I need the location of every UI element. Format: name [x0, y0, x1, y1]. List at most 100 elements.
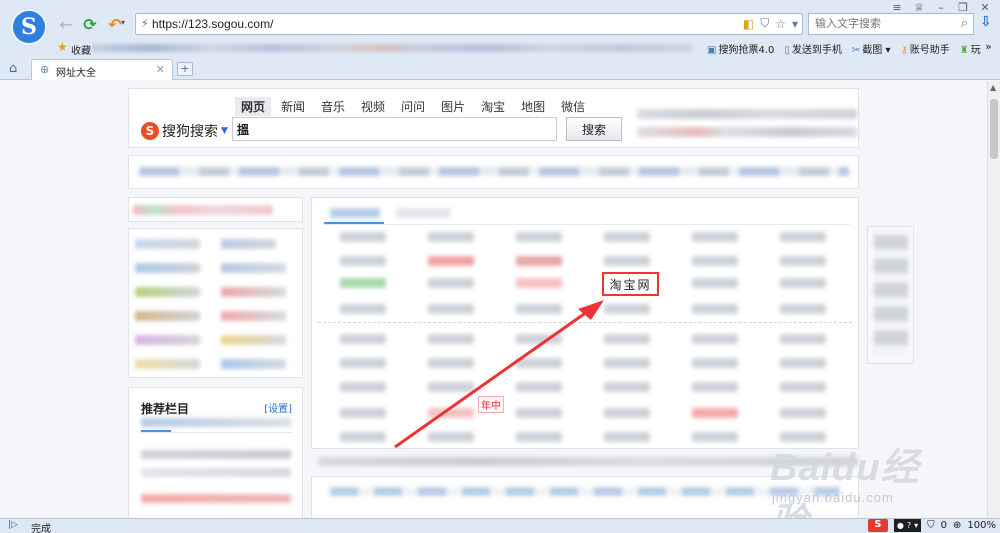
skin-icon[interactable]: ♕ — [908, 1, 930, 14]
grid-site-link[interactable] — [692, 432, 738, 442]
search-button[interactable]: 搜索 — [566, 117, 622, 141]
grid-site-link[interactable] — [516, 256, 562, 266]
left-link[interactable] — [135, 263, 200, 273]
grid-site-link[interactable] — [428, 382, 474, 392]
grid-site-link[interactable] — [692, 256, 738, 266]
recommend-settings-link[interactable]: [设置] — [264, 400, 292, 415]
address-dropdown-icon[interactable]: ▾ — [792, 17, 798, 31]
engine-dropdown-icon[interactable]: ▼ — [221, 126, 228, 136]
sogou-ime-icon[interactable]: S — [867, 519, 888, 532]
scroll-thumb[interactable] — [990, 99, 998, 159]
left-link[interactable] — [135, 239, 200, 249]
grid-site-link[interactable] — [428, 278, 474, 288]
favtool-ticket[interactable]: ▣ 搜狗抢票4.0 — [707, 41, 774, 56]
grid-site-link[interactable] — [604, 408, 650, 418]
menu-icon[interactable]: ≡ — [886, 1, 908, 14]
grid-site-link[interactable] — [516, 304, 562, 314]
grid-site-link[interactable] — [780, 408, 826, 418]
favorites-label[interactable]: 收藏 — [71, 42, 91, 57]
close-icon[interactable]: ✕ — [974, 1, 996, 14]
grid-site-link[interactable] — [516, 232, 562, 242]
grid-site-link[interactable] — [340, 256, 386, 266]
tab-active[interactable]: ⊕ 网址大全 ✕ — [31, 59, 173, 80]
grid-site-link[interactable] — [428, 232, 474, 242]
grid-site-link[interactable] — [780, 358, 826, 368]
shield-icon[interactable]: ⛉ — [760, 16, 769, 31]
grid-site-link[interactable] — [340, 334, 386, 344]
star-icon[interactable]: ☆ — [775, 17, 786, 31]
address-url[interactable]: https://123.sogou.com/ — [152, 17, 273, 31]
ad-blurred-2[interactable] — [637, 127, 857, 137]
grid-site-link[interactable] — [428, 304, 474, 314]
grid-site-link[interactable] — [692, 408, 738, 418]
grid-site-link[interactable] — [516, 358, 562, 368]
grid-site-link[interactable] — [604, 382, 650, 392]
grid-site-link[interactable] — [340, 358, 386, 368]
grid-site-link[interactable] — [780, 382, 826, 392]
favtool-send-phone[interactable]: ▯ 发送到手机 — [784, 41, 842, 56]
page-search-input[interactable] — [232, 117, 557, 141]
grid-site-link[interactable] — [340, 278, 386, 288]
search-tab-web[interactable]: 网页 — [235, 97, 272, 116]
left-link[interactable] — [221, 335, 286, 345]
grid-site-link[interactable] — [340, 382, 386, 392]
left-link[interactable] — [135, 311, 200, 321]
grid-site-link[interactable] — [340, 432, 386, 442]
left-link[interactable] — [135, 359, 200, 369]
grid-site-link[interactable] — [692, 278, 738, 288]
download-icon[interactable]: ⇩ — [980, 14, 992, 30]
recommend-item[interactable] — [141, 450, 291, 459]
favtool-screenshot[interactable]: ✂ 截图 ▾ — [852, 41, 891, 56]
grid-site-link[interactable] — [692, 232, 738, 242]
grid-site-link[interactable] — [516, 408, 562, 418]
recommend-item[interactable] — [141, 468, 291, 477]
grid-site-link[interactable] — [340, 304, 386, 314]
grid-site-link[interactable] — [604, 358, 650, 368]
recommend-tabs-blurred[interactable] — [141, 418, 291, 427]
left-link[interactable] — [221, 359, 286, 369]
grid-site-link[interactable] — [692, 304, 738, 314]
grid-site-link[interactable] — [604, 432, 650, 442]
reader-icon[interactable]: ◧ — [743, 17, 754, 31]
grid-site-link[interactable] — [692, 382, 738, 392]
search-tab-music[interactable]: 音乐 — [315, 97, 351, 116]
zoom-icon[interactable]: ⊕ — [953, 520, 961, 531]
grid-tab[interactable] — [396, 208, 451, 218]
zoom-level[interactable]: 100% — [967, 520, 996, 531]
grid-site-link[interactable] — [516, 278, 562, 288]
grid-site-link[interactable] — [780, 232, 826, 242]
top-links-blurred[interactable] — [139, 167, 849, 176]
favorites-star-icon[interactable]: ★ — [57, 40, 68, 54]
left-link[interactable] — [135, 335, 200, 345]
left-link[interactable] — [221, 263, 286, 273]
grid-site-link[interactable] — [692, 358, 738, 368]
grid-site-link[interactable] — [428, 408, 474, 418]
address-bar[interactable]: ⚡ https://123.sogou.com/ ◧ ⛉ ☆ ▾ — [135, 13, 803, 35]
left-link[interactable] — [221, 311, 286, 321]
favtool-play[interactable]: ♜ 玩 — [960, 41, 981, 56]
grid-site-link[interactable] — [428, 358, 474, 368]
browser-search-input[interactable] — [809, 14, 949, 34]
search-tab-wenwen[interactable]: 问问 — [395, 97, 431, 116]
new-tab-button[interactable]: + — [177, 62, 193, 76]
recommend-item[interactable] — [141, 494, 291, 503]
search-tab-map[interactable]: 地图 — [515, 97, 551, 116]
minimize-icon[interactable]: – — [930, 1, 952, 14]
left-link[interactable] — [221, 287, 286, 297]
grid-site-link[interactable] — [340, 232, 386, 242]
left-link[interactable] — [221, 239, 276, 249]
grid-tab-active[interactable] — [330, 208, 380, 218]
grid-site-link[interactable] — [516, 432, 562, 442]
grid-site-link[interactable] — [780, 334, 826, 344]
grid-site-link[interactable] — [604, 232, 650, 242]
grid-site-link[interactable] — [692, 334, 738, 344]
search-tab-news[interactable]: 新闻 — [275, 97, 311, 116]
left-link[interactable] — [135, 287, 200, 297]
favorites-more-icon[interactable]: » — [985, 40, 992, 53]
ad-blurred[interactable] — [637, 109, 857, 119]
grid-site-link[interactable] — [428, 334, 474, 344]
grid-site-link[interactable] — [604, 304, 650, 314]
grid-site-link[interactable] — [604, 334, 650, 344]
search-tab-taobao[interactable]: 淘宝 — [475, 97, 511, 116]
ime-toolbar[interactable]: ●? ▾ — [893, 519, 922, 532]
